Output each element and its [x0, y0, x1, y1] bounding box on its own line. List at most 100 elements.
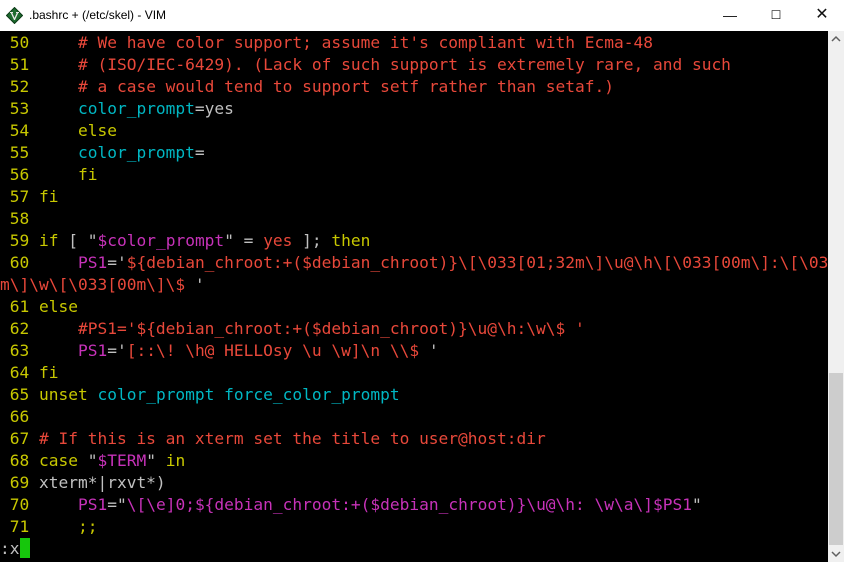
code-token: color_prompt [77, 143, 195, 162]
code-token: ;; [77, 517, 98, 536]
window-title: .bashrc + (/etc/skel) - VIM [29, 8, 167, 22]
code-token: ' [116, 341, 127, 360]
code-token: else [38, 297, 78, 316]
code-line[interactable]: 66 [0, 406, 39, 428]
code-token: $color_prompt [97, 231, 225, 250]
line-number: 57 [0, 187, 39, 206]
code-line[interactable]: 59 if [ "$color_prompt" = yes ]; then [0, 230, 371, 252]
line-number: 61 [0, 297, 39, 316]
line-number: 55 [0, 143, 39, 162]
code-token: ' [428, 341, 439, 360]
line-number: 63 [0, 341, 39, 360]
code-line[interactable]: 67 # If this is an xterm set the title t… [0, 428, 546, 450]
scroll-down-arrow-icon[interactable] [828, 546, 844, 562]
code-token: = [233, 231, 264, 250]
code-token: then [331, 231, 371, 250]
code-token: ${debian_chroot:+($debian_chroot)}\[\033… [126, 253, 828, 272]
code-token: in [165, 451, 186, 470]
command-text: :x [0, 539, 20, 558]
code-token: =yes [194, 99, 234, 118]
code-token: if [38, 231, 59, 250]
code-token: [ [58, 231, 88, 250]
code-token: )}\u@\h: \w\a\] [506, 495, 654, 514]
scroll-up-arrow-icon[interactable] [828, 31, 844, 47]
line-number: 50 [0, 33, 39, 52]
code-token: " [692, 495, 702, 514]
code-line[interactable]: 51 # (ISO/IEC-6429). (Lack of such suppo… [0, 54, 731, 76]
title-bar[interactable]: .bashrc + (/etc/skel) - VIM — ☐ ✕ [0, 0, 844, 31]
code-line[interactable]: 52 # a case would tend to support setf r… [0, 76, 614, 98]
code-token: fi [38, 187, 59, 206]
code-token: m\]\w\[\033[00m\]\$ [0, 275, 195, 294]
close-icon: ✕ [815, 6, 829, 23]
code-token: [::\! \h@ HELLOsy \u \w]\n \\$ [126, 341, 429, 360]
code-token: " [224, 231, 234, 250]
code-line[interactable]: 54 else [0, 120, 117, 142]
code-line[interactable]: 69 xterm*|rxvt*) [0, 472, 166, 494]
code-token: #PS1='${debian_chroot:+($debian_chroot)}… [77, 319, 585, 338]
code-token: # We have color support; assume it's com… [77, 33, 653, 52]
vim-editor-area[interactable]: 50 # We have color support; assume it's … [0, 31, 828, 562]
vim-icon [6, 7, 23, 24]
code-line[interactable]: 50 # We have color support; assume it's … [0, 32, 653, 54]
code-line[interactable]: 63 PS1='[::\! \h@ HELLOsy \u \w]\n \\$ ' [0, 340, 439, 362]
line-number: 69 [0, 473, 39, 492]
close-button[interactable]: ✕ [799, 0, 844, 31]
code-token: = [194, 143, 205, 162]
line-number: 64 [0, 363, 39, 382]
code-token: $TERM [97, 451, 147, 470]
code-token: # a case would tend to support setf rath… [77, 77, 614, 96]
code-token: " [116, 495, 127, 514]
code-line[interactable]: 62 #PS1='${debian_chroot:+($debian_chroo… [0, 318, 585, 340]
code-token: = [107, 495, 117, 514]
line-number: 58 [0, 209, 39, 228]
code-line[interactable]: 60 PS1='${debian_chroot:+($debian_chroot… [0, 252, 828, 274]
code-line[interactable]: 57 fi [0, 186, 59, 208]
line-number: 56 [0, 165, 39, 184]
code-line[interactable]: 61 else [0, 296, 78, 318]
scrollbar-thumb[interactable] [829, 373, 843, 545]
code-token: fi [77, 165, 98, 184]
line-number: 60 [0, 253, 39, 272]
code-line[interactable]: 53 color_prompt=yes [0, 98, 234, 120]
code-line[interactable]: 56 fi [0, 164, 98, 186]
code-token: PS1 [77, 341, 108, 360]
line-number: 70 [0, 495, 39, 514]
code-line[interactable]: 68 case "$TERM" in [0, 450, 185, 472]
line-number: 59 [0, 231, 39, 250]
code-line[interactable]: m\]\w\[\033[00m\]\$ ' [0, 274, 205, 296]
code-token: xterm*|rxvt*) [38, 473, 166, 492]
line-number: 53 [0, 99, 39, 118]
code-line[interactable]: 70 PS1="\[\e]0;${debian_chroot:+($debian… [0, 494, 702, 516]
code-line[interactable]: 55 color_prompt= [0, 142, 205, 164]
maximize-button[interactable]: ☐ [753, 0, 799, 31]
code-line[interactable]: 65 unset color_prompt force_color_prompt [0, 384, 400, 406]
code-line[interactable]: 71 ;; [0, 516, 98, 538]
line-number: 71 [0, 517, 39, 536]
code-token: " [146, 451, 156, 470]
vertical-scrollbar[interactable] [828, 31, 844, 562]
code-token: ]; [292, 231, 332, 250]
code-line[interactable]: 64 fi [0, 362, 59, 384]
code-line[interactable]: 58 [0, 208, 39, 230]
command-line[interactable]: :x [0, 538, 30, 560]
code-token: = [107, 253, 117, 272]
code-token: # If this is an xterm set the title to u… [38, 429, 546, 448]
code-token: # (ISO/IEC-6429). (Lack of such support … [77, 55, 731, 74]
minimize-button[interactable]: — [707, 0, 753, 31]
line-number: 52 [0, 77, 39, 96]
line-number: 51 [0, 55, 39, 74]
